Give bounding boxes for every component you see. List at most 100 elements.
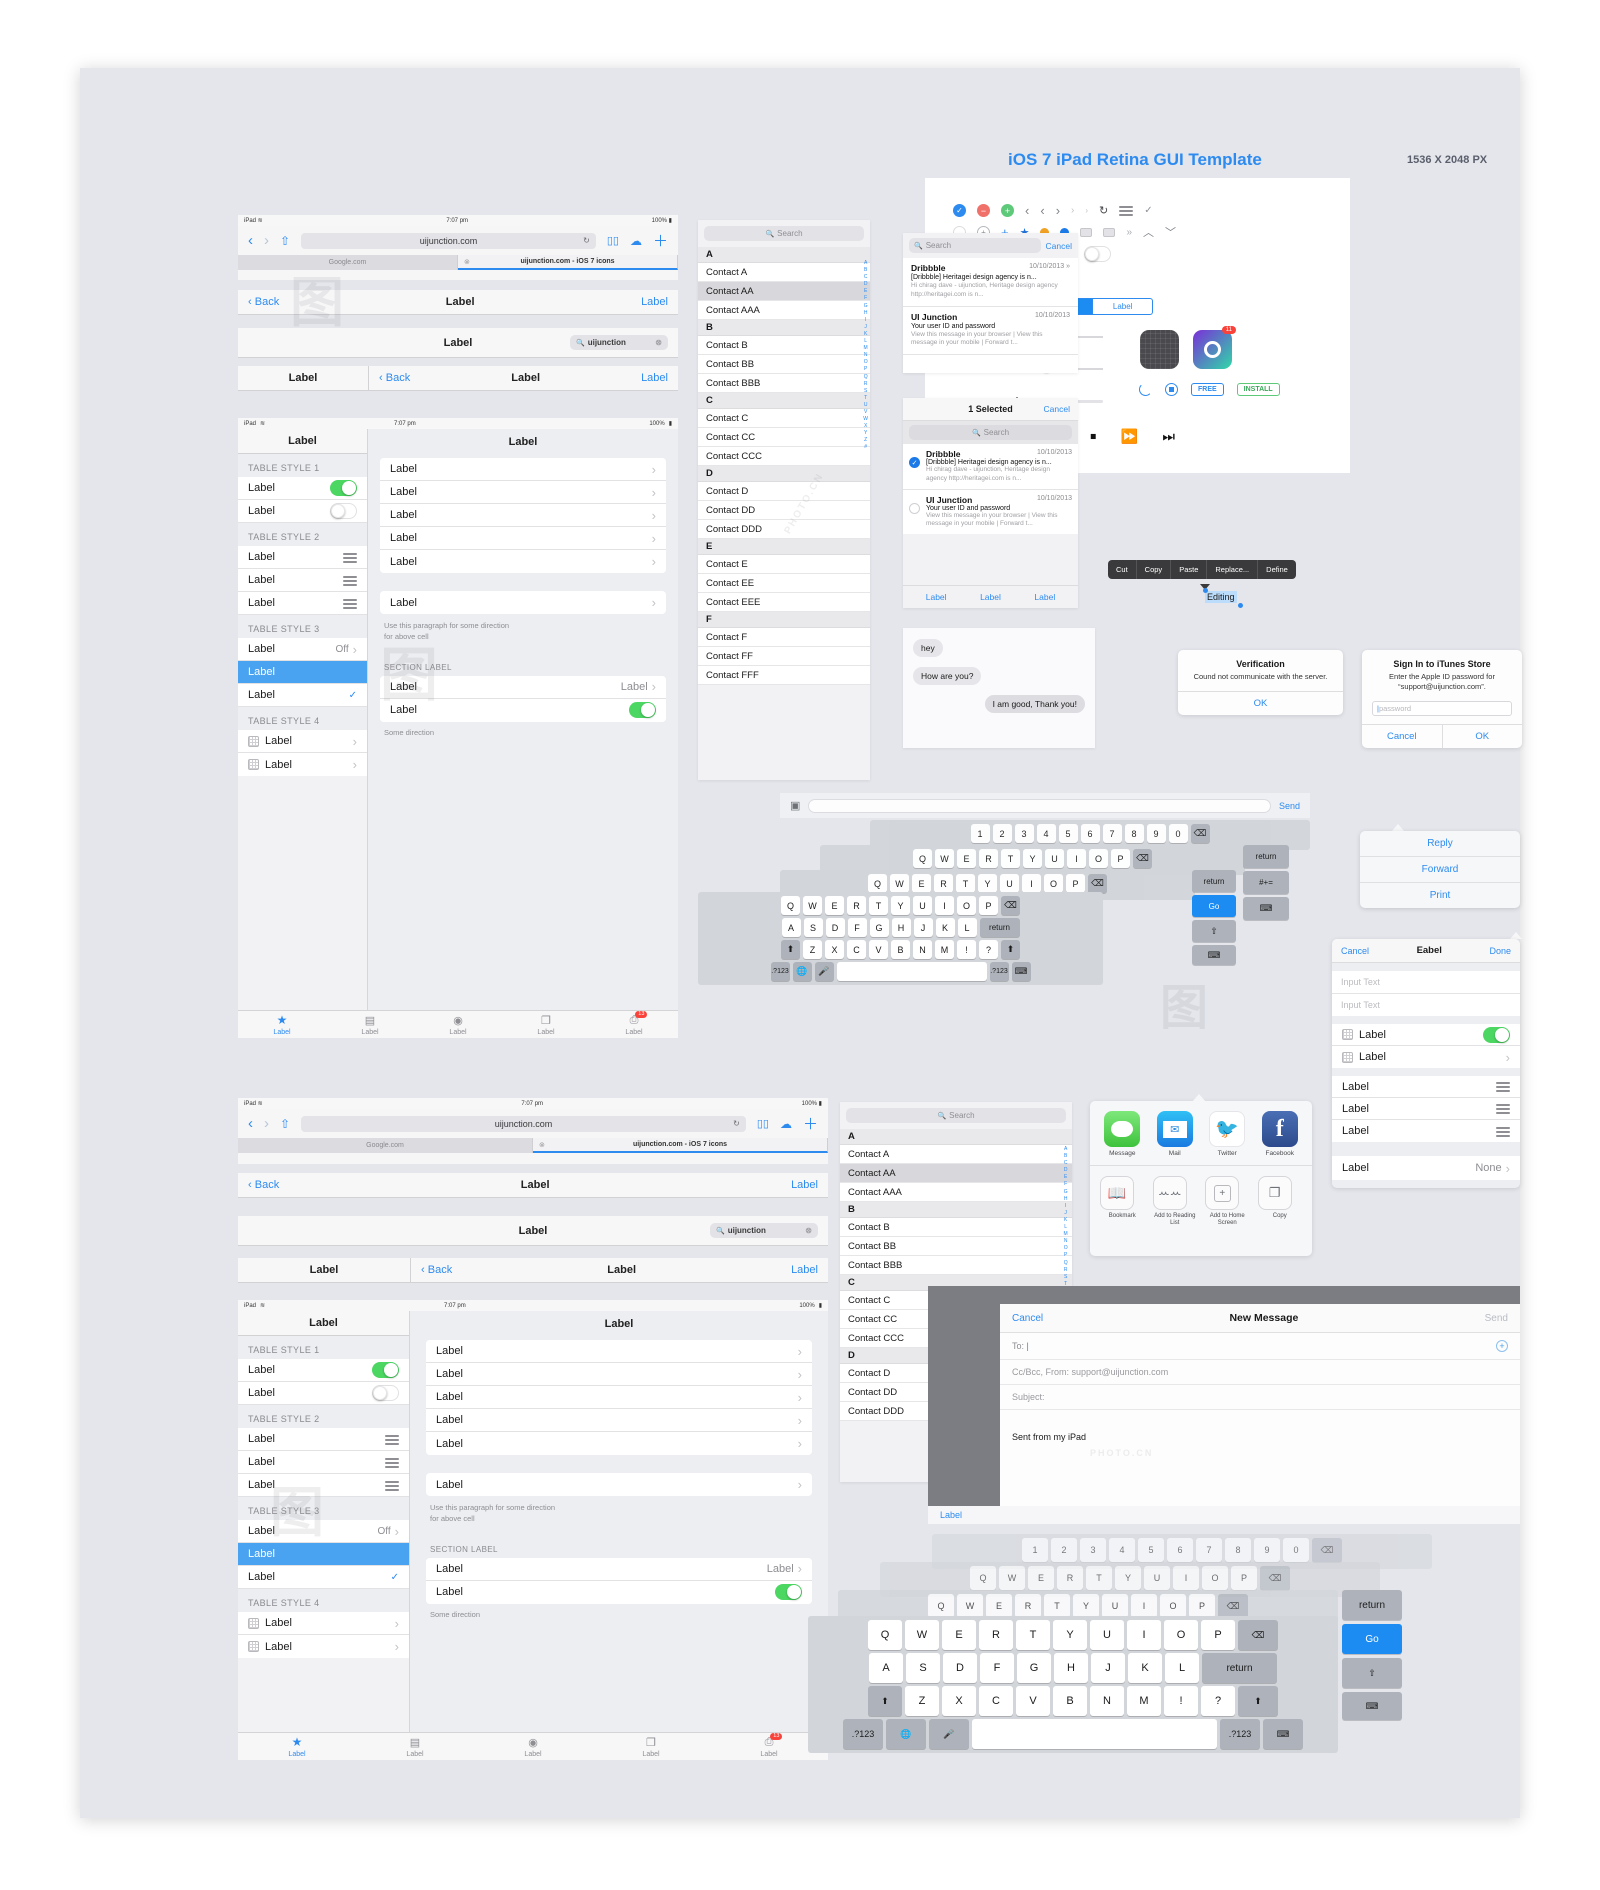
skip-forward-icon[interactable]: ⏭	[1162, 428, 1175, 445]
keyboard-row-b3[interactable]: Q W E R T Y U I O P ⌫	[842, 1594, 1334, 1618]
mail-cancel-button[interactable]: Cancel	[1046, 241, 1072, 251]
shift-right-icon[interactable]: ⬆	[1238, 1686, 1278, 1716]
key-p[interactable]: P	[1201, 1620, 1235, 1650]
hide-keyboard-icon[interactable]: ⌨	[1342, 1692, 1402, 1720]
key-w[interactable]: W	[957, 1594, 983, 1618]
key-b[interactable]: B	[1053, 1686, 1087, 1716]
chevron-down-icon[interactable]: ﹀	[1165, 224, 1176, 240]
contacts-index-letter[interactable]: K	[1064, 1217, 1067, 1224]
contact-item[interactable]: Contact CCC	[698, 447, 870, 466]
contact-item[interactable]: Contact BBB	[698, 374, 870, 393]
contacts-index-letter[interactable]: G	[1064, 1189, 1068, 1196]
contacts-index-letter[interactable]: I	[865, 317, 866, 324]
refresh-icon[interactable]: ↻	[1099, 204, 1108, 217]
detail-row[interactable]: Label ›	[380, 481, 666, 504]
browser-tab-0[interactable]: Google.com	[238, 255, 458, 270]
contacts-index-letter[interactable]: S	[1064, 1274, 1067, 1281]
space-key[interactable]	[972, 1719, 1217, 1749]
return-key[interactable]: return	[1202, 1653, 1277, 1683]
tab-item-0[interactable]: ★ Label	[273, 1013, 290, 1036]
key-t[interactable]: T	[956, 874, 975, 893]
reorder-grip-icon[interactable]	[343, 598, 357, 609]
key-a[interactable]: A	[869, 1653, 903, 1683]
contacts-index-letter[interactable]: P	[864, 366, 867, 373]
contacts-index-letter[interactable]: R	[864, 381, 868, 388]
check-circle-icon[interactable]: ✓	[953, 204, 966, 217]
settings-row[interactable]: Label	[238, 1474, 409, 1497]
mail-toolbar-1[interactable]: Label	[980, 592, 1001, 602]
form-row[interactable]: Label ›	[1332, 1046, 1520, 1068]
popover-reply[interactable]: Reply	[1360, 831, 1520, 857]
detail-row[interactable]: Label	[380, 698, 666, 722]
contacts-index-letter[interactable]: M	[1064, 1231, 1068, 1238]
contacts-index-letter[interactable]: E	[864, 288, 867, 295]
keyboard-b-row4[interactable]: .?123 🌐 🎤 .?123 ⌨	[812, 1719, 1334, 1749]
mail-select-row[interactable]: UI Junction 10/10/2013 Your user ID and …	[903, 490, 1078, 535]
message-input[interactable]	[808, 798, 1271, 813]
app-icon-camera[interactable]: 11	[1193, 326, 1236, 369]
edit-replace[interactable]: Replace...	[1207, 560, 1259, 579]
keyboard-bottom-side-keys[interactable]: return Go ⇧ ⌨	[1342, 1590, 1402, 1720]
new-message-cancel[interactable]: Cancel	[1012, 1313, 1043, 1324]
share-app-twitter[interactable]: 🐦 Twitter	[1209, 1111, 1246, 1157]
popover-forward[interactable]: Forward	[1360, 857, 1520, 883]
settings-row[interactable]: Label	[238, 546, 367, 569]
key-r[interactable]: R	[979, 849, 998, 868]
detail-row[interactable]: Label ›	[426, 1409, 812, 1432]
mail-selection-cancel[interactable]: Cancel	[1044, 404, 1070, 414]
navbar1b-right[interactable]: Label	[791, 1179, 818, 1191]
cloud-icon[interactable]: ☁	[630, 234, 642, 248]
key-g[interactable]: G	[869, 918, 889, 937]
keyboard-row-3[interactable]: ⬆ Z X C V B N M ! ? ⬆	[702, 940, 1099, 959]
key-e[interactable]: E	[986, 1594, 1012, 1618]
selection-handle-end[interactable]	[1238, 603, 1243, 608]
key-x[interactable]: X	[825, 940, 844, 959]
settings-row[interactable]: Label Off ›	[238, 638, 367, 661]
reorder-grip-icon[interactable]	[385, 1480, 399, 1491]
contact-item[interactable]: Contact D	[698, 482, 870, 501]
key-t[interactable]: T	[1044, 1594, 1070, 1618]
segment-2[interactable]: Label	[1093, 299, 1152, 314]
new-message-to-field[interactable]: To: | +	[1000, 1333, 1520, 1360]
keyboard-row-b2[interactable]: Q W E R T Y U I O P ⌫	[884, 1566, 1376, 1590]
contacts-index-letter[interactable]: B	[1064, 1153, 1067, 1160]
free-button[interactable]: FREE	[1191, 383, 1224, 396]
grip-icon[interactable]	[1119, 206, 1134, 216]
key-u[interactable]: U	[913, 896, 932, 915]
key-question[interactable]: ?	[1201, 1686, 1235, 1716]
mail-toolbar-0[interactable]: Label	[926, 592, 947, 602]
new-tab-icon[interactable]: ＋	[803, 1113, 818, 1134]
share-action-reading-list[interactable]: ꕀꕀ Add to Reading List	[1152, 1176, 1197, 1227]
key-k[interactable]: K	[935, 918, 955, 937]
key-q[interactable]: Q	[913, 849, 932, 868]
mic-icon[interactable]: 🎤	[814, 962, 834, 981]
key-p[interactable]: P	[1189, 1594, 1215, 1618]
settings-row[interactable]: Label	[238, 1451, 409, 1474]
key-b[interactable]: B	[891, 940, 910, 959]
new-message-cc-field[interactable]: Cc/Bcc, From: support@uijunction.com	[1000, 1360, 1520, 1385]
settings-row[interactable]: Label	[238, 592, 367, 615]
settings-row[interactable]: Label Off ›	[238, 1520, 409, 1543]
tab-item-4b[interactable]: ⎙ 13 Label	[760, 1732, 783, 1758]
keyboard-main[interactable]: Q W E R T Y U I O P ⌫ A S D F G H J K L …	[698, 892, 1103, 985]
key-e[interactable]: E	[825, 896, 844, 915]
contact-item[interactable]: Contact B	[840, 1218, 1072, 1237]
detail-row[interactable]: Label ›	[426, 1432, 812, 1455]
key-6[interactable]: 6	[1167, 1538, 1193, 1562]
plus-circle-icon[interactable]: +	[1001, 204, 1014, 217]
key-d[interactable]: D	[943, 1653, 977, 1683]
checkbox-unchecked-icon[interactable]	[909, 502, 920, 514]
key-v[interactable]: V	[1016, 1686, 1050, 1716]
contacts-index-letter[interactable]: Q	[1064, 1260, 1068, 1267]
contacts-index-letter[interactable]: V	[864, 409, 867, 416]
settings-row[interactable]: Label	[238, 569, 367, 592]
share-actions-row[interactable]: 📖 Bookmark ꕀꕀ Add to Reading List + Add …	[1090, 1170, 1312, 1235]
contact-item[interactable]: Contact C	[698, 409, 870, 428]
form-input-0[interactable]: Input Text	[1332, 971, 1520, 994]
new-tab-icon[interactable]: ＋	[653, 230, 668, 251]
delete-icon[interactable]: ⌫	[1218, 1594, 1248, 1618]
tab-item-1b[interactable]: ▤ Label	[406, 1736, 423, 1758]
contact-item[interactable]: Contact A	[698, 263, 870, 282]
key-9[interactable]: 9	[1254, 1538, 1280, 1562]
key-d[interactable]: D	[825, 918, 845, 937]
